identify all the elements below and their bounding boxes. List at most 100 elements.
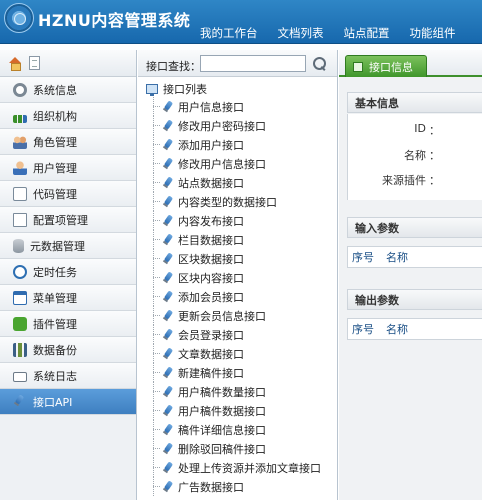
sidebar-item-scheduled-tasks[interactable]: 定时任务	[0, 259, 136, 285]
tree-item-label: 区块数据接口	[178, 252, 244, 266]
sidebar-item-system-info[interactable]: 系统信息	[0, 77, 136, 103]
column-name: 名称	[386, 251, 408, 264]
plug-icon	[162, 310, 174, 322]
tree-item[interactable]: 广告数据接口	[138, 477, 337, 496]
sidebar-toolbar	[0, 50, 136, 77]
search-icon[interactable]	[312, 56, 328, 72]
tree-item[interactable]: 添加用户接口	[138, 135, 337, 154]
sidebar-item-system-log[interactable]: 系统日志	[0, 363, 136, 389]
column-name: 名称	[386, 323, 408, 336]
detail-panel: 接口信息 基本信息 ID ： 名称 ： 来源插件 ： 输入参数 序号 名称 输出…	[339, 50, 482, 500]
code-icon	[13, 186, 27, 201]
sidebar-item-label: 用户管理	[33, 161, 77, 175]
sidebar-item-label: 组织机构	[33, 109, 77, 123]
tree-item[interactable]: 用户稿件数据接口	[138, 401, 337, 420]
envelope-icon	[13, 371, 27, 382]
sidebar-item-organization[interactable]: 组织机构	[0, 103, 136, 129]
tree-item-label: 删除驳回稿件接口	[178, 442, 266, 456]
tree-item[interactable]: 文章数据接口	[138, 344, 337, 363]
tree-item[interactable]: 新建稿件接口	[138, 363, 337, 382]
plug-icon	[162, 348, 174, 360]
sidebar-item-label: 系统日志	[33, 369, 77, 383]
tree-item[interactable]: 内容类型的数据接口	[138, 192, 337, 211]
tree-item[interactable]: 更新会员信息接口	[138, 306, 337, 325]
sidebar-item-api[interactable]: 接口API	[0, 389, 136, 415]
tree-item-label: 修改用户密码接口	[178, 119, 266, 133]
tree-item-label: 广告数据接口	[178, 480, 244, 494]
top-header: HZNU内容管理系统 我的工作台 文档列表 站点配置 功能组件	[0, 0, 482, 44]
tree-item-label: 处理上传资源并添加文章接口	[178, 461, 321, 475]
sidebar-item-codes[interactable]: 代码管理	[0, 181, 136, 207]
tree-item[interactable]: 处理上传资源并添加文章接口	[138, 458, 337, 477]
basic-info-body: ID ： 名称 ： 来源插件 ：	[347, 114, 482, 200]
tree-item[interactable]: 内容发布接口	[138, 211, 337, 230]
section-input-params: 输入参数	[347, 217, 482, 238]
sidebar-item-label: 插件管理	[33, 317, 77, 331]
section-title: 输入参数	[355, 221, 399, 235]
sidebar-item-plugins[interactable]: 插件管理	[0, 311, 136, 337]
plug-icon	[162, 367, 174, 379]
sidebar-item-label: 系统信息	[33, 83, 77, 97]
field-label: 来源插件	[382, 174, 426, 187]
input-params-header: 序号 名称	[347, 246, 482, 268]
topnav-components[interactable]: 功能组件	[410, 25, 456, 43]
plug-icon	[162, 462, 174, 474]
sidebar-item-label: 角色管理	[33, 135, 77, 149]
sidebar-item-config[interactable]: 配置项管理	[0, 207, 136, 233]
tree-item-label: 添加会员接口	[178, 290, 244, 304]
tree-item[interactable]: 用户信息接口	[138, 97, 337, 116]
plug-icon	[162, 120, 174, 132]
home-icon[interactable]	[8, 57, 22, 71]
plug-icon	[162, 291, 174, 303]
sidebar-item-backup[interactable]: 数据备份	[0, 337, 136, 363]
sidebar-item-label: 代码管理	[33, 187, 77, 201]
plug-icon	[162, 481, 174, 493]
plug-icon	[162, 253, 174, 265]
api-tree: 接口列表 用户信息接口修改用户密码接口添加用户接口 修改用户信息接口 站点数据接口内…	[138, 80, 337, 496]
tab-interface-info[interactable]: 接口信息	[345, 55, 427, 77]
info-icon	[353, 61, 363, 72]
sidebar-item-label: 菜单管理	[33, 291, 77, 305]
plug-icon	[162, 196, 174, 208]
tree-item[interactable]: 用户稿件数量接口	[138, 382, 337, 401]
topnav-workbench[interactable]: 我的工作台	[200, 25, 258, 43]
topnav-document-list[interactable]: 文档列表	[278, 25, 324, 43]
tree-item[interactable]: 栏目数据接口	[138, 230, 337, 249]
sidebar: 系统信息 组织机构 角色管理 用户管理 代码管理 配置项管理 元数据管理 定时任…	[0, 50, 137, 500]
sidebar-item-metadata[interactable]: 元数据管理	[0, 233, 136, 259]
tree-item[interactable]: 修改用户信息接口	[138, 154, 337, 173]
sidebar-item-menus[interactable]: 菜单管理	[0, 285, 136, 311]
tree-item[interactable]: 站点数据接口	[138, 173, 337, 192]
plug-icon	[162, 215, 174, 227]
section-title: 基本信息	[355, 96, 399, 110]
puzzle-icon	[13, 316, 27, 331]
sidebar-item-users[interactable]: 用户管理	[0, 155, 136, 181]
plug-icon	[162, 101, 174, 113]
tree-item[interactable]: 区块内容接口	[138, 268, 337, 287]
section-output-params: 输出参数	[347, 289, 482, 310]
users-icon	[13, 134, 27, 149]
tree-item[interactable]: 区块数据接口	[138, 249, 337, 268]
database-icon	[13, 238, 24, 253]
sidebar-item-roles[interactable]: 角色管理	[0, 129, 136, 155]
tree-item[interactable]: 会员登录接口	[138, 325, 337, 344]
search-bar: 接口查找：	[138, 50, 337, 77]
tree-item[interactable]: 添加会员接口	[138, 287, 337, 306]
field-source-plugin: 来源插件 ：	[382, 174, 440, 187]
sidebar-item-label: 元数据管理	[30, 239, 85, 253]
tree-item-label: 更新会员信息接口	[178, 309, 266, 323]
tree-item-label: 用户稿件数量接口	[178, 385, 266, 399]
topnav-site-config[interactable]: 站点配置	[344, 25, 390, 43]
search-input[interactable]	[200, 55, 306, 72]
tree-item[interactable]: 修改用户密码接口	[138, 116, 337, 135]
tree-item-label: 用户信息接口	[178, 100, 244, 114]
tree-item[interactable]: 稿件详细信息接口	[138, 420, 337, 439]
plug-icon	[162, 329, 174, 341]
tree-root[interactable]: 接口列表	[138, 80, 337, 97]
tree-item[interactable]: 删除驳回稿件接口	[138, 439, 337, 458]
plug-icon	[13, 395, 27, 409]
plug-icon	[162, 272, 174, 284]
tree-item-label: 新建稿件接口	[178, 366, 244, 380]
tree-item-label: 用户稿件数据接口	[178, 404, 266, 418]
document-icon[interactable]	[29, 56, 40, 70]
